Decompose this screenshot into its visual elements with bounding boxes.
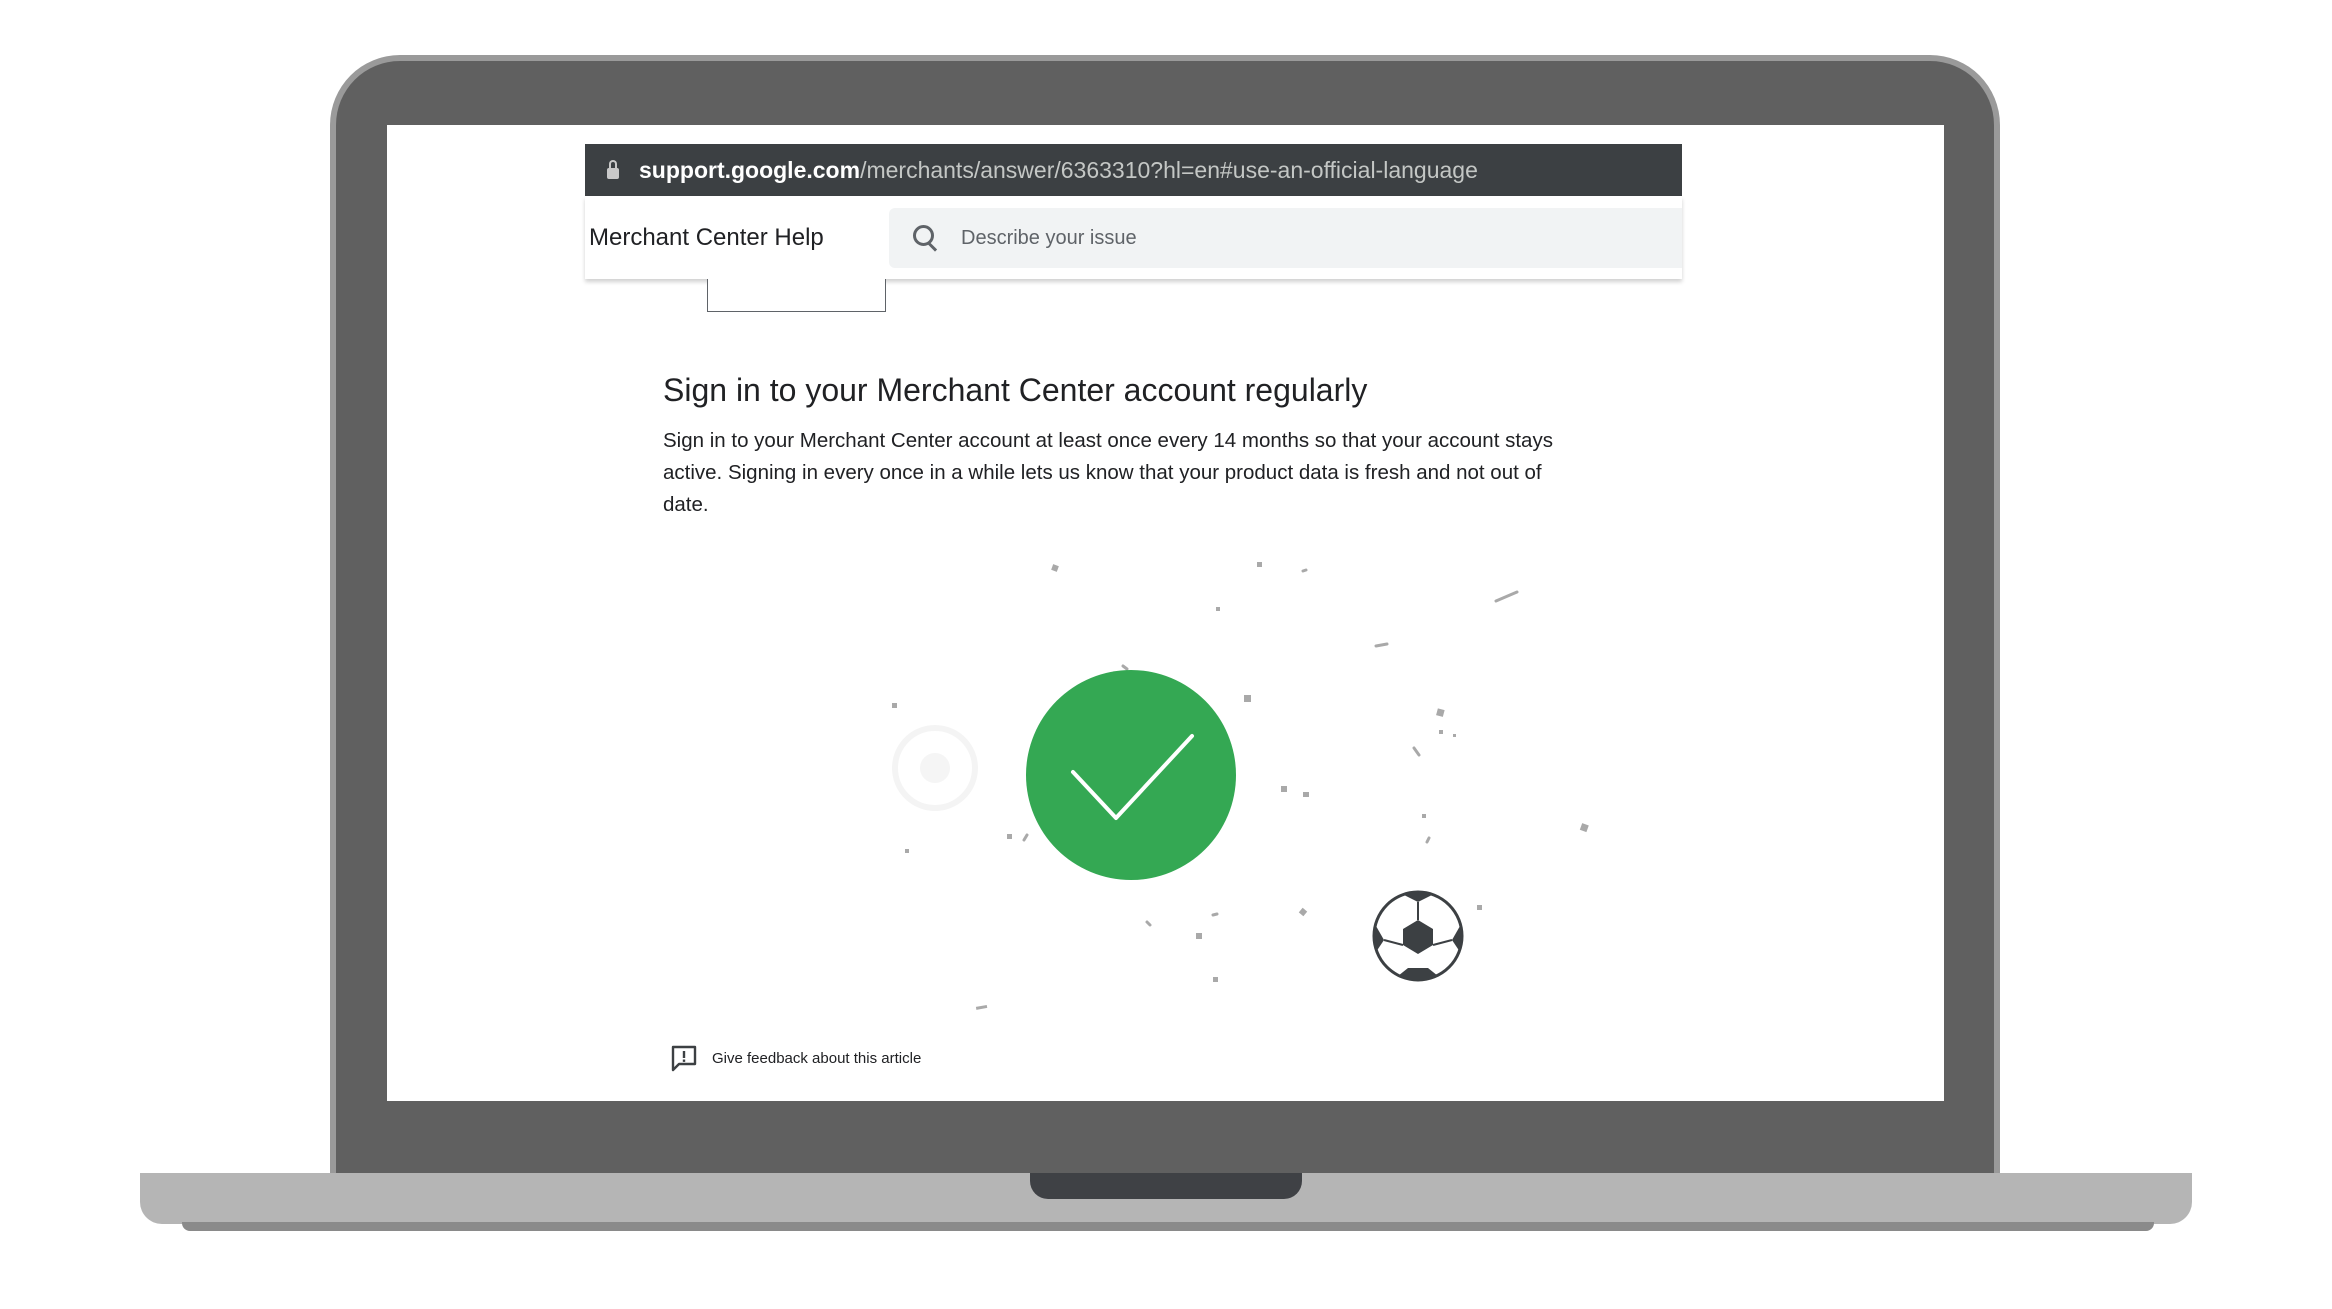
faded-circle-decoration — [892, 725, 978, 811]
soccer-ball-icon — [1372, 890, 1464, 982]
laptop-notch — [1030, 1173, 1302, 1199]
checkmark-icon — [1026, 670, 1236, 880]
feedback-label[interactable]: Give feedback about this article — [712, 1050, 921, 1067]
laptop-base-shadow — [182, 1222, 2154, 1231]
feedback-icon — [671, 1045, 697, 1072]
confetti-decoration — [892, 562, 1589, 1010]
laptop-screen: support.google.com/merchants/answer/6363… — [387, 125, 1944, 1101]
feedback-link[interactable]: Give feedback about this article — [670, 1044, 921, 1072]
